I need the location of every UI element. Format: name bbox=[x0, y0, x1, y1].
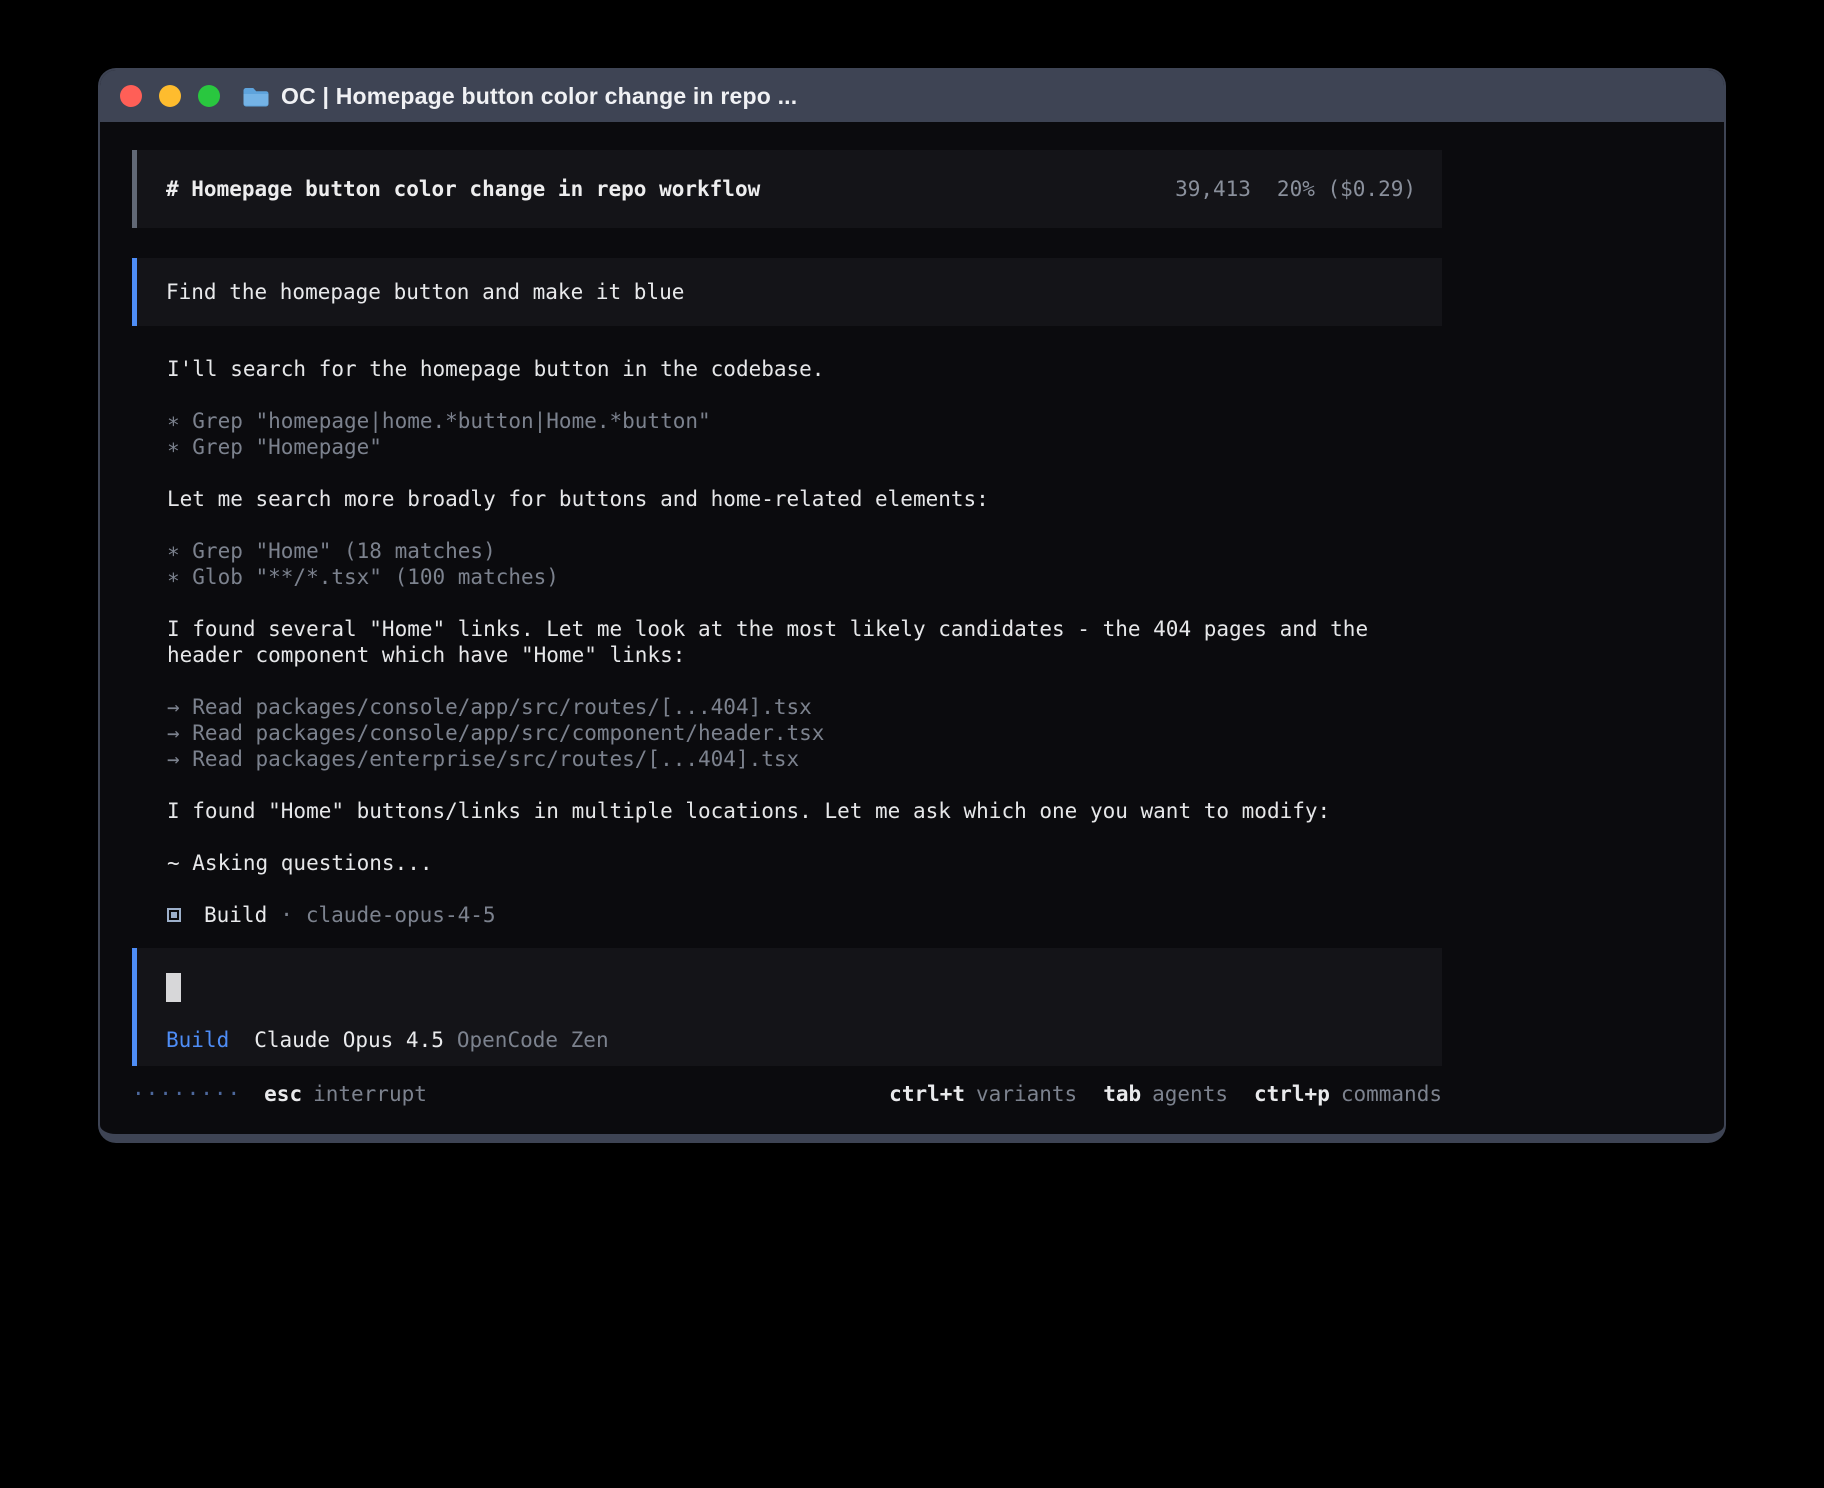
tool-call-line: ∗ Grep "homepage|home.*button|Home.*butt… bbox=[167, 408, 1415, 434]
agent-model-name: claude-opus-4-5 bbox=[306, 902, 496, 928]
session-title: # Homepage button color change in repo w… bbox=[166, 177, 760, 201]
token-count: 39,413 bbox=[1175, 177, 1251, 201]
esc-key: esc bbox=[264, 1081, 302, 1107]
input-agent-label: Build bbox=[166, 1028, 229, 1052]
agents-hint: tab agents bbox=[1103, 1081, 1228, 1107]
terminal-content: # Homepage button color change in repo w… bbox=[100, 122, 1724, 1107]
window-titlebar[interactable]: OC | Homepage button color change in rep… bbox=[100, 70, 1724, 122]
input-provider-label: OpenCode Zen bbox=[457, 1028, 609, 1052]
agents-label: agents bbox=[1152, 1081, 1228, 1107]
agent-name: Build bbox=[204, 902, 267, 928]
terminal-window: OC | Homepage button color change in rep… bbox=[98, 68, 1726, 1143]
tool-call-line: ∗ Grep "Homepage" bbox=[167, 434, 1415, 460]
assistant-paragraph: I found several "Home" links. Let me loo… bbox=[167, 616, 1415, 668]
tool-call-group: → Read packages/console/app/src/routes/[… bbox=[167, 694, 1415, 772]
input-meta-row: Build Claude Opus 4.5 OpenCode Zen bbox=[166, 1028, 1413, 1052]
user-message-text: Find the homepage button and make it blu… bbox=[166, 280, 684, 304]
commands-label: commands bbox=[1341, 1081, 1442, 1107]
tool-call-group: ∗ Grep "Home" (18 matches) ∗ Glob "**/*.… bbox=[167, 538, 1415, 590]
traffic-lights bbox=[120, 85, 220, 107]
ctrl-p-key: ctrl+p bbox=[1254, 1081, 1330, 1107]
close-button[interactable] bbox=[120, 85, 142, 107]
esc-label: interrupt bbox=[313, 1081, 427, 1107]
ctrl-t-key: ctrl+t bbox=[889, 1081, 965, 1107]
tool-call-group: ∗ Grep "homepage|home.*button|Home.*butt… bbox=[167, 408, 1415, 460]
tool-call-line: → Read packages/console/app/src/routes/[… bbox=[167, 694, 1415, 720]
zoom-button[interactable] bbox=[198, 85, 220, 107]
assistant-paragraph: I found "Home" buttons/links in multiple… bbox=[167, 798, 1415, 824]
minimize-button[interactable] bbox=[159, 85, 181, 107]
tool-call-line: → Read packages/console/app/src/componen… bbox=[167, 720, 1415, 746]
assistant-paragraph: Let me search more broadly for buttons a… bbox=[167, 486, 1415, 512]
agent-status-line: Build · claude-opus-4-5 bbox=[167, 902, 1415, 928]
variants-hint: ctrl+t variants bbox=[889, 1081, 1077, 1107]
status-bar-left: ········ esc interrupt bbox=[132, 1081, 427, 1107]
session-header: # Homepage button color change in repo w… bbox=[132, 150, 1442, 228]
user-message: Find the homepage button and make it blu… bbox=[132, 258, 1442, 326]
prompt-input-area[interactable]: Build Claude Opus 4.5 OpenCode Zen bbox=[132, 948, 1442, 1066]
context-usage: 20% ($0.29) bbox=[1277, 177, 1416, 201]
session-stats: 39,413 20% ($0.29) bbox=[1175, 177, 1416, 201]
window-title: OC | Homepage button color change in rep… bbox=[281, 83, 797, 110]
agent-build-icon bbox=[167, 908, 181, 922]
status-bar-right: ctrl+t variants tab agents ctrl+p comman… bbox=[889, 1081, 1442, 1107]
esc-interrupt-hint: esc interrupt bbox=[264, 1081, 427, 1107]
assistant-transcript: I'll search for the homepage button in t… bbox=[167, 356, 1415, 928]
input-model-label: Claude Opus 4.5 bbox=[254, 1028, 444, 1052]
folder-icon bbox=[242, 85, 269, 108]
assistant-paragraph: ~ Asking questions... bbox=[167, 850, 1415, 876]
spinner-dots: ········ bbox=[132, 1081, 241, 1107]
tool-call-line: → Read packages/enterprise/src/routes/[.… bbox=[167, 746, 1415, 772]
assistant-paragraph: I'll search for the homepage button in t… bbox=[167, 356, 1415, 382]
tab-key: tab bbox=[1103, 1081, 1141, 1107]
tool-call-line: ∗ Glob "**/*.tsx" (100 matches) bbox=[167, 564, 1415, 590]
commands-hint: ctrl+p commands bbox=[1254, 1081, 1442, 1107]
status-bar: ········ esc interrupt ctrl+t variants t… bbox=[132, 1081, 1442, 1107]
agent-separator: · bbox=[280, 902, 293, 928]
tool-call-line: ∗ Grep "Home" (18 matches) bbox=[167, 538, 1415, 564]
text-cursor bbox=[166, 973, 181, 1002]
variants-label: variants bbox=[976, 1081, 1077, 1107]
